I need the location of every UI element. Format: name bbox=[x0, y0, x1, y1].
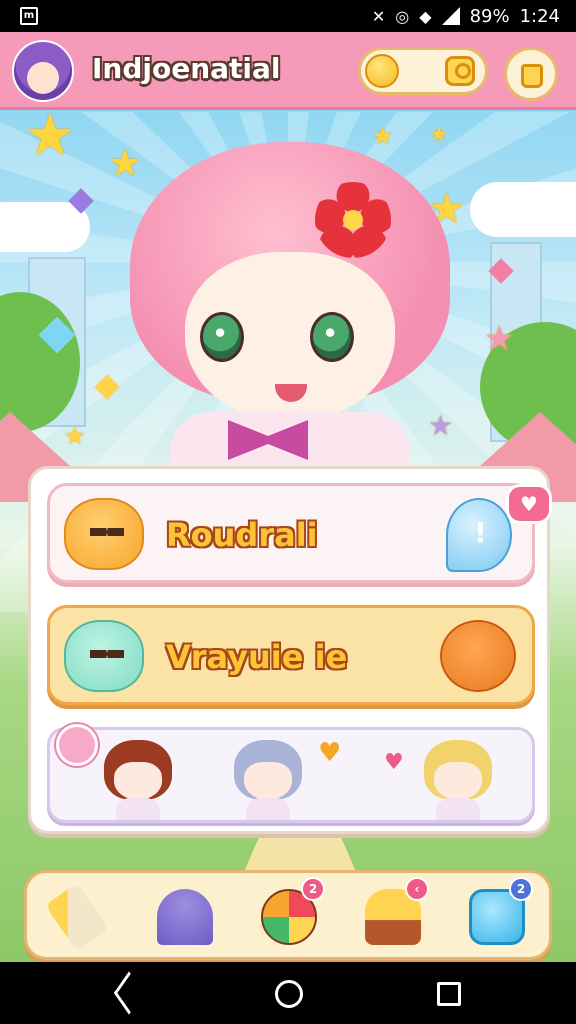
ribbon-badge-icon[interactable] bbox=[56, 724, 98, 766]
star-icon: ★ bbox=[24, 101, 76, 169]
signal-icon bbox=[441, 7, 460, 25]
flower-hairclip-icon bbox=[315, 182, 391, 258]
wifi-icon: ◆ bbox=[419, 6, 432, 26]
dock-wand-button[interactable] bbox=[41, 881, 113, 953]
cloud-right bbox=[470, 182, 576, 237]
profile-badge-icon bbox=[445, 56, 475, 86]
main-menu-panel: Roudrali Vrayuie ie ♥ bbox=[28, 466, 550, 834]
app-notification-icon: m bbox=[20, 7, 38, 25]
star-icon: ★ bbox=[64, 422, 86, 450]
hero-character[interactable] bbox=[130, 122, 450, 492]
heart-icon: ♥ bbox=[318, 738, 342, 768]
app-title: Indjoenatial bbox=[92, 52, 281, 85]
notification-badge: 2 bbox=[301, 877, 325, 901]
clock: 1:24 bbox=[519, 5, 560, 27]
heart-balloon-icon: ♥ bbox=[384, 750, 404, 775]
shop-button[interactable] bbox=[504, 47, 558, 101]
bottom-dock: 2 ‹ 2 bbox=[24, 870, 552, 960]
wand-icon bbox=[44, 882, 110, 952]
menu-card-label: Roudrali bbox=[166, 516, 318, 554]
character-roster[interactable]: ♥ ♥ bbox=[47, 724, 535, 823]
silver-hair-chibi[interactable] bbox=[228, 740, 308, 820]
back-icon[interactable] bbox=[113, 971, 145, 1015]
menu-card-label: Vrayuie ie bbox=[166, 638, 348, 676]
star-icon: ★ bbox=[484, 319, 515, 359]
orange-cat-icon bbox=[64, 498, 144, 570]
currency-pill[interactable] bbox=[358, 47, 488, 95]
recents-icon[interactable] bbox=[437, 982, 461, 1006]
dock-ball-button[interactable]: 2 bbox=[253, 877, 325, 953]
heart-bubble-icon[interactable]: ♥ bbox=[506, 484, 552, 524]
game-screen: ★ ★ ★ ★ ★ ★ ★ ★ Indjoenatial Roudrali ! … bbox=[0, 32, 576, 962]
top-bar: Indjoenatial bbox=[0, 32, 576, 110]
player-avatar[interactable] bbox=[12, 40, 74, 102]
brown-hair-chibi[interactable] bbox=[98, 740, 178, 820]
jellyfish-icon bbox=[157, 889, 213, 945]
shopping-bag-icon bbox=[521, 64, 543, 88]
notification-badge: 2 bbox=[509, 877, 533, 901]
speech-bubble-icon bbox=[446, 498, 512, 572]
dock-jellyfish-button[interactable] bbox=[149, 881, 221, 953]
status-icons: ✕ ◎ ◆ 89% 1:24 bbox=[372, 0, 560, 32]
coin-icon bbox=[365, 54, 399, 88]
battery-text: 89% bbox=[469, 5, 510, 27]
dock-cake-button[interactable]: ‹ bbox=[357, 877, 429, 953]
menu-card-roudrali[interactable]: Roudrali bbox=[47, 483, 535, 583]
character-left-eye bbox=[200, 312, 244, 362]
do-not-disturb-icon: ◎ bbox=[395, 6, 410, 26]
mint-blob-icon bbox=[64, 620, 144, 692]
status-bar: m ✕ ◎ ◆ 89% 1:24 bbox=[0, 0, 576, 32]
bluetooth-muted-icon: ✕ bbox=[371, 6, 386, 26]
menu-card-vrayuie[interactable]: Vrayuie ie bbox=[47, 605, 535, 705]
dock-home-button[interactable]: 2 bbox=[461, 877, 533, 953]
system-nav-bar bbox=[0, 962, 576, 1024]
puppy-icon bbox=[440, 620, 516, 692]
notification-badge: ‹ bbox=[405, 877, 429, 901]
character-right-eye bbox=[310, 312, 354, 362]
home-circle-icon[interactable] bbox=[275, 980, 303, 1008]
blonde-hair-chibi[interactable] bbox=[418, 740, 498, 820]
